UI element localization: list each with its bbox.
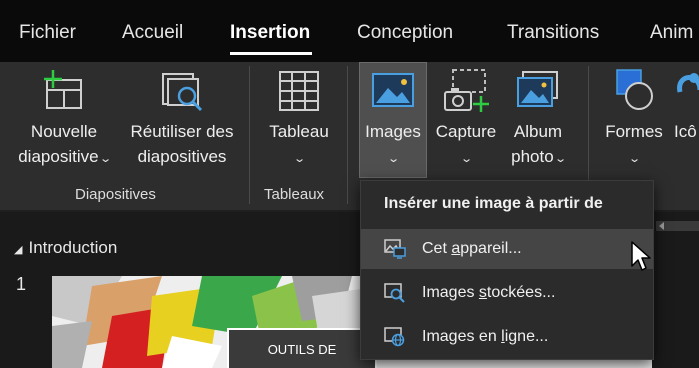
group-label-tableaux: Tableaux [264,186,325,203]
photo-album-button[interactable]: Album photo⌄ [500,66,576,172]
icons-label: Icô [674,122,697,141]
shapes-button[interactable]: Formes ⌄ [598,66,670,172]
photo-album-icon [517,71,558,107]
ribbon-separator [249,66,250,204]
scrollbar-track [656,221,699,231]
section-title: Introduction [28,238,118,257]
menu-item-label: Images en ligne... [422,328,549,345]
chevron-down-icon: ⌄ [98,153,112,165]
shapes-label: Formes [605,122,663,141]
icons-icon [677,73,699,93]
new-slide-label2: diapositive [18,147,99,166]
mouse-cursor-icon [631,241,651,271]
insert-image-dropdown: Insérer une image à partir de Cet appare… [360,180,654,360]
tab-accueil[interactable]: Accueil [122,22,183,44]
this-device-icon [384,239,406,259]
active-tab-underline [230,52,312,55]
reuse-slides-icon [162,73,203,112]
stock-images-icon [384,283,405,303]
tab-insertion[interactable]: Insertion [230,22,310,44]
menu-item-this-device[interactable]: Cet appareil... [361,229,653,269]
thumbnail-title-box: OUTILS DE [227,328,377,368]
table-button[interactable]: Tableau ⌄ [258,66,340,172]
chevron-down-icon: ⌄ [460,153,474,165]
icons-button[interactable]: Icô [674,66,699,144]
collapse-triangle-icon[interactable]: ◢ [14,244,22,256]
ribbon-separator [347,66,348,204]
new-slide-icon [44,70,82,109]
thumbnail-title-text: OUTILS DE [267,342,337,357]
photo-album-label2: photo [511,147,554,166]
images-label: Images [365,122,421,141]
menu-item-stock-images[interactable]: Images stockées... [361,273,653,313]
photo-album-label1: Album [513,122,563,141]
section-header[interactable]: ◢ Introduction [14,238,117,258]
screenshot-icon [444,69,489,112]
menu-item-label: Cet appareil... [422,240,522,257]
chevron-down-icon: ⌄ [387,153,401,165]
reuse-slides-button[interactable]: Réutiliser des diapositives [124,66,240,169]
images-button[interactable]: Images ⌄ [359,66,427,172]
chevron-down-icon: ⌄ [293,153,307,165]
tab-fichier[interactable]: Fichier [19,22,76,44]
shapes-icon [616,69,653,110]
reuse-slides-label1: Réutiliser des [130,122,234,141]
dropdown-header: Insérer une image à partir de [384,195,603,212]
slide-number: 1 [16,274,27,294]
chevron-down-icon: ⌄ [628,153,642,165]
tab-animations[interactable]: Anim [650,22,693,44]
tab-transitions[interactable]: Transitions [507,22,599,44]
reuse-slides-label2: diapositives [137,147,227,166]
new-slide-button[interactable]: Nouvelle diapositive⌄ [8,66,120,172]
horizontal-scrollbar[interactable] [656,219,699,233]
group-label-diapositives: Diapositives [75,186,156,203]
images-icon [372,73,414,107]
tab-conception[interactable]: Conception [357,22,453,44]
ribbon-tabs-bar: Fichier Accueil Insertion Conception Tra… [0,0,699,62]
online-images-icon [384,327,405,347]
new-slide-label1: Nouvelle [30,122,98,141]
chevron-down-icon: ⌄ [553,153,567,165]
screenshot-button[interactable]: Capture ⌄ [430,66,502,172]
table-label: Tableau [269,122,329,141]
menu-item-online-images[interactable]: Images en ligne... [361,317,653,357]
menu-item-label: Images stockées... [422,284,556,301]
screenshot-label: Capture [435,122,497,141]
table-icon [279,71,319,111]
